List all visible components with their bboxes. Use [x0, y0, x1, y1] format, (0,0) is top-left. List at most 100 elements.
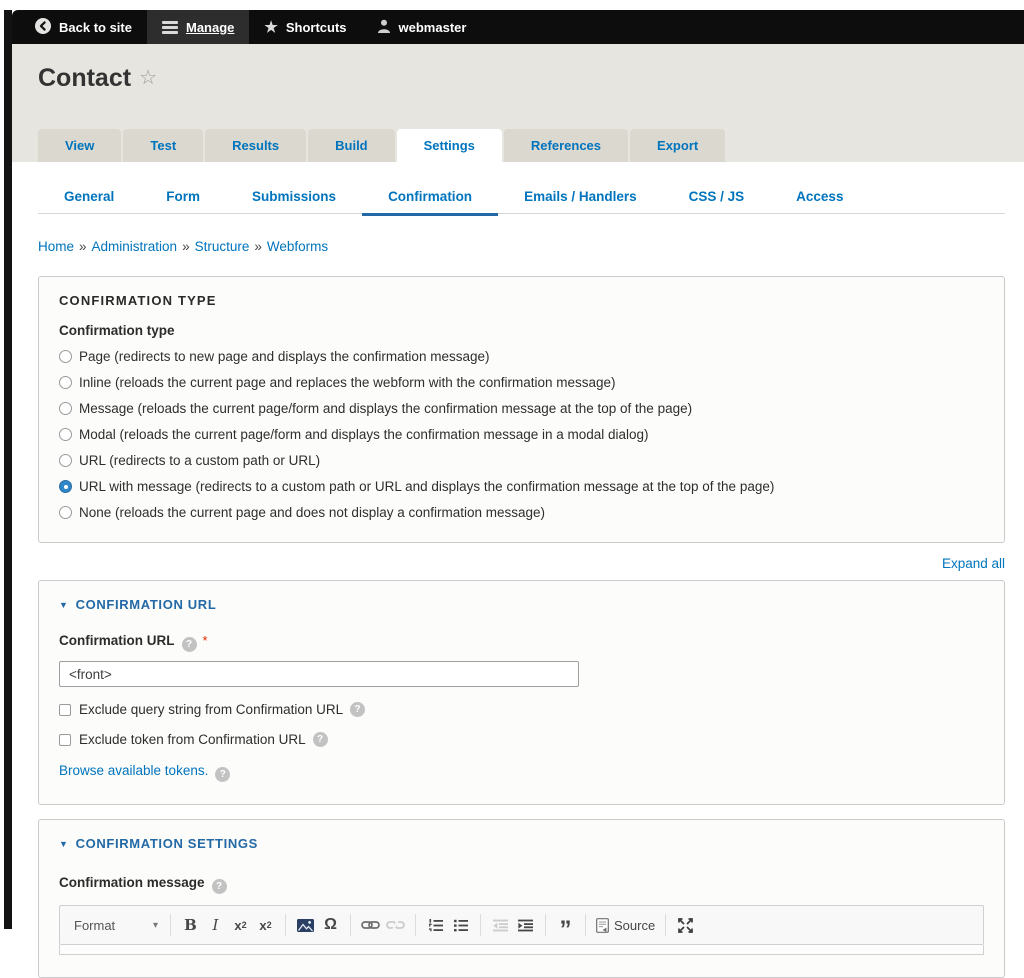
- tab-settings[interactable]: Settings: [397, 129, 502, 162]
- subtab-submissions[interactable]: Submissions: [226, 183, 362, 213]
- expand-all-link[interactable]: Expand all: [942, 556, 1005, 571]
- manage-menu-button[interactable]: Manage: [147, 10, 249, 44]
- radio-icon[interactable]: [59, 506, 72, 519]
- tab-view[interactable]: View: [38, 129, 121, 162]
- username-label: webmaster: [399, 20, 467, 35]
- manage-label: Manage: [186, 20, 234, 35]
- toolbar-separator: [285, 914, 286, 936]
- confirmation-settings-summary[interactable]: ▼CONFIRMATION SETTINGS: [59, 836, 984, 851]
- subtab-access[interactable]: Access: [770, 183, 869, 213]
- radio-label: Message (reloads the current page/form a…: [79, 401, 692, 416]
- breadcrumb: Home»Administration»Structure»Webforms: [38, 239, 1005, 254]
- maximize-button[interactable]: [673, 913, 698, 937]
- confirmation-settings-panel: ▼CONFIRMATION SETTINGS Confirmation mess…: [38, 819, 1005, 978]
- outdent-button[interactable]: [488, 913, 513, 937]
- subtab-form[interactable]: Form: [140, 183, 226, 213]
- favorite-star-icon[interactable]: ☆: [139, 67, 157, 89]
- subtab-emails-handlers[interactable]: Emails / Handlers: [498, 183, 663, 213]
- checkbox-icon[interactable]: [59, 704, 71, 716]
- source-button[interactable]: Source: [593, 913, 658, 937]
- format-dropdown[interactable]: Format ▾: [69, 918, 163, 933]
- checkbox-icon[interactable]: [59, 734, 71, 746]
- back-to-site-button[interactable]: Back to site: [20, 10, 147, 44]
- exclude-query-checkbox-row[interactable]: Exclude query string from Confirmation U…: [59, 702, 984, 717]
- tab-build[interactable]: Build: [308, 129, 395, 162]
- help-icon[interactable]: [313, 732, 328, 747]
- radio-option-url-with-message[interactable]: URL with message (redirects to a custom …: [59, 479, 984, 494]
- special-character-button[interactable]: Ω: [318, 913, 343, 937]
- radio-label: Page (redirects to new page and displays…: [79, 349, 489, 364]
- indent-button[interactable]: [513, 913, 538, 937]
- tab-test[interactable]: Test: [123, 129, 203, 162]
- user-icon: [377, 19, 391, 36]
- italic-button[interactable]: I: [203, 913, 228, 937]
- help-icon[interactable]: [212, 879, 227, 894]
- subscript-button[interactable]: x2: [228, 913, 253, 937]
- radio-icon[interactable]: [59, 376, 72, 389]
- source-icon: [596, 918, 609, 933]
- bulleted-list-button[interactable]: [448, 913, 473, 937]
- breadcrumb-separator: »: [79, 239, 87, 254]
- superscript-button[interactable]: x2: [253, 913, 278, 937]
- help-icon[interactable]: [350, 702, 365, 717]
- rich-text-editor-toolbar: Format ▾ B I x2 x2 Ω: [59, 905, 984, 945]
- subtab-confirmation[interactable]: Confirmation: [362, 183, 498, 213]
- unlink-button[interactable]: [383, 913, 408, 937]
- blockquote-button[interactable]: ”: [553, 913, 578, 937]
- breadcrumb-separator: »: [182, 239, 190, 254]
- subtab-css-js[interactable]: CSS / JS: [663, 183, 771, 213]
- subtab-general[interactable]: General: [38, 183, 140, 213]
- radio-option-inline[interactable]: Inline (reloads the current page and rep…: [59, 375, 984, 390]
- primary-tabs: View Test Results Build Settings Referen…: [38, 129, 727, 162]
- page: Back to site Manage ★ Shortcuts webmaste…: [4, 10, 1024, 929]
- radio-option-url[interactable]: URL (redirects to a custom path or URL): [59, 453, 984, 468]
- confirmation-url-summary[interactable]: ▼CONFIRMATION URL: [59, 597, 984, 612]
- tab-references[interactable]: References: [504, 129, 628, 162]
- required-asterisk: *: [203, 633, 208, 648]
- breadcrumb-structure[interactable]: Structure: [195, 239, 250, 254]
- breadcrumb-home[interactable]: Home: [38, 239, 74, 254]
- radio-icon[interactable]: [59, 350, 72, 363]
- toolbar-separator: [585, 914, 586, 936]
- radio-label: Modal (reloads the current page/form and…: [79, 427, 649, 442]
- bold-button[interactable]: B: [178, 913, 203, 937]
- confirmation-url-input[interactable]: [59, 661, 579, 687]
- confirmation-type-fieldset: CONFIRMATION TYPE Confirmation type Page…: [38, 276, 1005, 543]
- radio-icon[interactable]: [59, 480, 72, 493]
- radio-option-none[interactable]: None (reloads the current page and does …: [59, 505, 984, 520]
- toolbar-separator: [665, 914, 666, 936]
- shortcuts-button[interactable]: ★ Shortcuts: [249, 10, 361, 44]
- link-button[interactable]: [358, 913, 383, 937]
- radio-label: Inline (reloads the current page and rep…: [79, 375, 616, 390]
- radio-icon[interactable]: [59, 402, 72, 415]
- breadcrumb-administration[interactable]: Administration: [92, 239, 178, 254]
- back-arrow-icon: [35, 18, 51, 37]
- toolbar-separator: [545, 914, 546, 936]
- outdent-icon: [493, 919, 508, 932]
- toolbar-separator: [480, 914, 481, 936]
- radio-option-message[interactable]: Message (reloads the current page/form a…: [59, 401, 984, 416]
- help-icon[interactable]: [182, 637, 197, 652]
- radio-icon[interactable]: [59, 454, 72, 467]
- checkbox-label: Exclude token from Confirmation URL: [79, 732, 306, 747]
- collapse-caret-icon: ▼: [59, 839, 69, 849]
- bulleted-list-icon: [453, 919, 468, 932]
- help-icon[interactable]: [215, 767, 230, 782]
- toolbar-separator: [170, 914, 171, 936]
- tab-export[interactable]: Export: [630, 129, 725, 162]
- numbered-list-icon: [428, 919, 443, 932]
- radio-icon[interactable]: [59, 428, 72, 441]
- hamburger-icon: [162, 21, 178, 34]
- image-button[interactable]: [293, 913, 318, 937]
- back-to-site-label: Back to site: [59, 20, 132, 35]
- browse-tokens-link[interactable]: Browse available tokens.: [59, 763, 208, 778]
- user-menu-button[interactable]: webmaster: [362, 10, 482, 44]
- expand-all-row: Expand all: [38, 556, 1005, 571]
- radio-option-page[interactable]: Page (redirects to new page and displays…: [59, 349, 984, 364]
- numbered-list-button[interactable]: [423, 913, 448, 937]
- breadcrumb-webforms[interactable]: Webforms: [267, 239, 328, 254]
- rich-text-editor-area[interactable]: [59, 945, 984, 955]
- exclude-token-checkbox-row[interactable]: Exclude token from Confirmation URL: [59, 732, 984, 747]
- radio-option-modal[interactable]: Modal (reloads the current page/form and…: [59, 427, 984, 442]
- tab-results[interactable]: Results: [205, 129, 306, 162]
